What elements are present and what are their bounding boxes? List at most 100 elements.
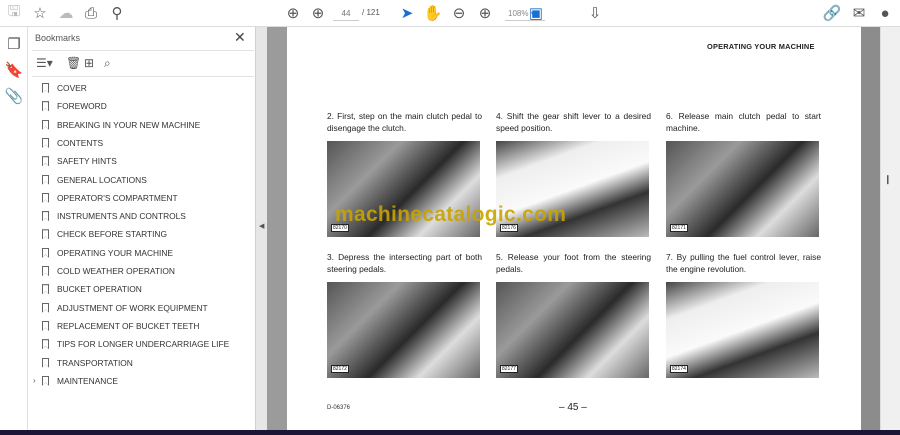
bookmark-item[interactable]: SAFETY HINTS [42, 152, 117, 170]
bookmark-label: FOREWORD [57, 101, 107, 112]
print-icon[interactable]: ⎙ [81, 4, 101, 22]
photo-number: 82177 [500, 365, 518, 373]
zoom-out-icon[interactable]: ⊖ [449, 4, 469, 22]
bookmark-item[interactable]: REPLACEMENT OF BUCKET TEETH [42, 317, 199, 335]
bookmark-item[interactable]: OPERATING YOUR MACHINE [42, 244, 173, 262]
select-cursor-icon[interactable]: ➤ [397, 4, 417, 22]
document-viewer[interactable]: OPERATING YOUR MACHINE 2. First, step on… [267, 27, 880, 430]
bookmark-label: GENERAL LOCATIONS [57, 174, 147, 185]
bookmark-label: BUCKET OPERATION [57, 284, 142, 295]
bookmark-icon [42, 302, 49, 313]
photo-number: 82172 [331, 365, 349, 373]
bookmark-label: OPERATING YOUR MACHINE [57, 247, 174, 258]
bookmark-icon [42, 339, 49, 350]
collapse-arrow-icon[interactable]: ◀ [259, 222, 264, 230]
bookmark-icon [42, 137, 49, 148]
scrollbar[interactable] [861, 27, 880, 430]
photo-number: 82174 [670, 365, 688, 373]
toolbar: 🖫 ☆ ☁ ⎙ ⚲ ⊕ ⊕ 44 / 121 ➤ ✋ ⊖ ⊕ 108% ▾ ▣ … [0, 0, 900, 27]
bookmarks-title: Bookmarks [35, 33, 81, 43]
expand-arrow-icon[interactable]: › [33, 376, 36, 385]
bookmark-label: SAFETY HINTS [57, 156, 117, 167]
step-caption: 5. Release your foot from the steering p… [496, 252, 651, 274]
page-number: – 45 – [559, 402, 587, 413]
watermark: machinecatalogic.com [335, 203, 567, 226]
doc-code: D-06376 [327, 405, 351, 411]
bookmark-item[interactable]: OPERATOR'S COMPARTMENT [42, 189, 178, 207]
save-icon[interactable]: 🖫 [4, 3, 24, 22]
bookmark-icon [42, 375, 49, 386]
step-photo: 82174 [666, 282, 819, 378]
pdf-page: OPERATING YOUR MACHINE 2. First, step on… [287, 27, 861, 430]
scroll-mode-icon[interactable]: ⇩ [585, 4, 605, 22]
step-caption: 2. First, step on the main clutch pedal … [327, 111, 482, 133]
bookmark-label: TIPS FOR LONGER UNDERCARRIAGE LIFE [57, 339, 230, 350]
bookmark-item[interactable]: TIPS FOR LONGER UNDERCARRIAGE LIFE [42, 335, 229, 353]
add-bookmark-icon[interactable]: ⊞ [84, 56, 94, 70]
bookmark-item[interactable]: GENERAL LOCATIONS [42, 171, 147, 189]
bookmark-label: BREAKING IN YOUR NEW MACHINE [57, 119, 201, 130]
page-number-input[interactable]: 44 [333, 6, 359, 21]
step-caption: 3. Depress the intersecting part of both… [327, 252, 482, 274]
email-icon[interactable]: ✉ [849, 4, 869, 22]
close-icon[interactable]: ✕ [234, 29, 246, 46]
bookmark-icon [42, 320, 49, 331]
zoom-in-icon[interactable]: ⊕ [475, 4, 495, 22]
bookmark-item[interactable]: TRANSPORTATION [42, 354, 133, 372]
bookmark-label: REPLACEMENT OF BUCKET TEETH [57, 320, 200, 331]
bookmark-icon [42, 119, 49, 130]
panel-splitter[interactable]: ◀ [255, 27, 267, 430]
bookmark-label: COLD WEATHER OPERATION [57, 266, 175, 276]
find-bookmark-icon[interactable]: ⌕ [104, 56, 111, 71]
bookmarks-icon[interactable]: 🔖 [4, 61, 24, 79]
bookmarks-toolbar: ☰▾ 🗑 ⊞ ⌕ [32, 50, 254, 77]
taskbar [0, 430, 900, 435]
step-caption: 4. Shift the gear shift lever to a desir… [496, 111, 651, 133]
step-photo: 82172 [327, 282, 480, 378]
bookmark-item[interactable]: BREAKING IN YOUR NEW MACHINE [42, 116, 200, 134]
fit-page-icon[interactable]: ▣ [526, 4, 546, 22]
bookmark-item[interactable]: COVER [42, 79, 87, 97]
bookmarks-panel: Bookmarks ✕ ☰▾ 🗑 ⊞ ⌕ COVER FOREWORD BREAKI… [28, 27, 255, 430]
share-link-icon[interactable]: 🔗 [822, 4, 842, 22]
bookmark-icon [42, 83, 49, 93]
bookmark-item[interactable]: › MAINTENANCE [33, 372, 118, 390]
step-photo: 82177 [496, 282, 649, 378]
pages-thumbnail-icon[interactable]: ❐ [4, 35, 24, 53]
search-icon[interactable]: ⚲ [107, 4, 127, 22]
hand-tool-icon[interactable]: ✋ [423, 4, 443, 22]
bookmark-icon [42, 357, 49, 368]
bookmark-label: INSTRUMENTS AND CONTROLS [57, 211, 186, 222]
bookmark-label: COVER [57, 83, 87, 93]
bookmark-item[interactable]: BUCKET OPERATION [42, 280, 142, 298]
step-photo: 82171 [666, 141, 819, 237]
bookmark-item[interactable]: COLD WEATHER OPERATION [42, 262, 175, 280]
bookmark-label: OPERATOR'S COMPARTMENT [57, 192, 178, 203]
bookmark-item[interactable]: ADJUSTMENT OF WORK EQUIPMENT [42, 299, 208, 317]
attachment-icon[interactable]: 📎 [4, 87, 24, 105]
bookmark-label: CONTENTS [57, 137, 104, 148]
delete-icon[interactable]: 🗑 [66, 56, 81, 70]
bookmark-icon [42, 192, 49, 203]
page-total: / 121 [362, 8, 380, 17]
bookmark-label: CHECK BEFORE STARTING [57, 229, 167, 240]
bookmark-item[interactable]: CHECK BEFORE STARTING [42, 225, 167, 243]
star-icon[interactable]: ☆ [30, 4, 50, 22]
previous-page-icon[interactable]: ⊕ [283, 4, 303, 22]
bookmark-icon [42, 284, 49, 295]
bookmark-icon [42, 101, 49, 112]
bookmark-label: TRANSPORTATION [57, 357, 133, 368]
bookmark-item[interactable]: FOREWORD [42, 97, 107, 115]
step-caption: 6. Release main clutch pedal to start ma… [666, 111, 821, 133]
next-page-icon[interactable]: ⊕ [308, 4, 328, 22]
photo-number: 82171 [670, 224, 688, 232]
bookmark-item[interactable]: INSTRUMENTS AND CONTROLS [42, 207, 186, 225]
account-icon[interactable]: ● [875, 4, 895, 22]
bookmark-label: ADJUSTMENT OF WORK EQUIPMENT [57, 302, 208, 313]
bookmark-item[interactable]: CONTENTS [42, 134, 103, 152]
step-caption: 7. By pulling the fuel control lever, ra… [666, 252, 821, 274]
options-menu-icon[interactable]: ☰▾ [36, 56, 53, 70]
expand-handle-icon[interactable]: ❙ [884, 174, 892, 185]
upload-cloud-icon[interactable]: ☁ [56, 4, 76, 22]
bookmark-icon [42, 156, 49, 167]
